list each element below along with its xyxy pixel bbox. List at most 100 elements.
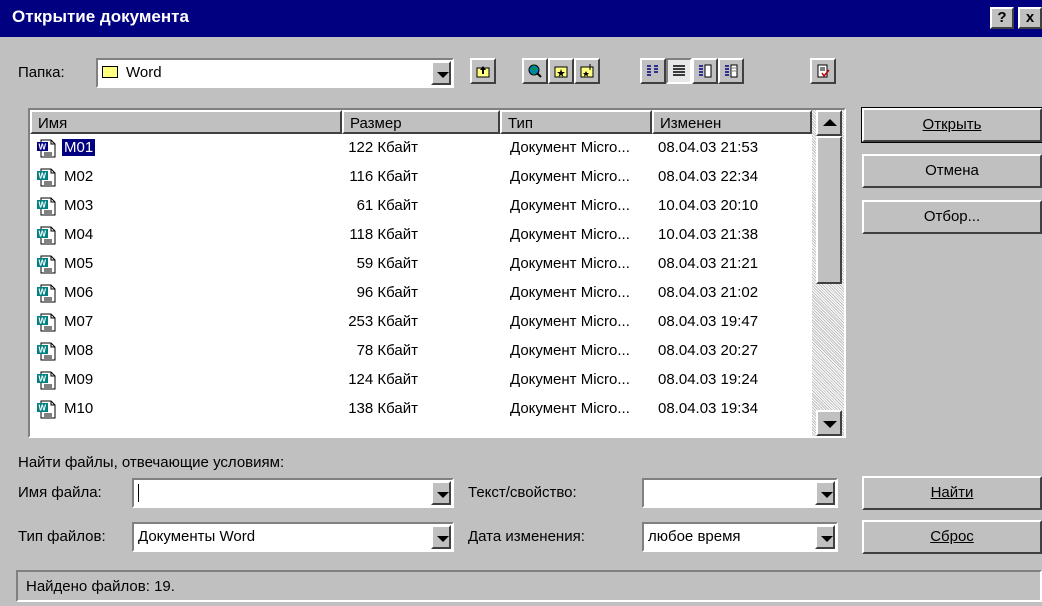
- word-document-icon: W: [37, 371, 56, 390]
- cancel-button[interactable]: Отмена: [862, 154, 1042, 188]
- help-button[interactable]: ?: [990, 7, 1014, 29]
- open-button[interactable]: Открыть: [861, 107, 1042, 143]
- table-row[interactable]: W M03 61 Кбайт Документ Micro... 10.04.03 20…: [30, 192, 812, 221]
- status-bar: Найдено файлов: 19.: [16, 570, 1042, 602]
- filetype-dropdown-button[interactable]: [431, 525, 451, 549]
- svg-text:W: W: [39, 375, 47, 384]
- look-in-favorites-button[interactable]: [548, 58, 574, 84]
- svg-text:W: W: [39, 230, 47, 239]
- file-name: M04: [64, 226, 94, 243]
- file-size: 138 Кбайт: [348, 400, 418, 417]
- file-modified: 08.04.03 22:34: [658, 168, 759, 185]
- filename-label: Имя файла:: [18, 484, 102, 501]
- file-name: M07: [64, 313, 94, 330]
- file-modified: 08.04.03 21:53: [658, 139, 759, 156]
- filename-dropdown-button[interactable]: [431, 481, 451, 505]
- scroll-up-button[interactable]: [816, 110, 842, 136]
- svg-text:W: W: [39, 404, 47, 413]
- filename-value: [138, 484, 139, 502]
- filetype-label: Тип файлов:: [18, 528, 106, 545]
- file-type: Документ Micro...: [510, 197, 630, 214]
- svg-text:W: W: [39, 346, 47, 355]
- file-name: M05: [64, 255, 94, 272]
- file-name: M06: [64, 284, 94, 301]
- file-type: Документ Micro...: [510, 255, 630, 272]
- table-row[interactable]: W M09 124 Кбайт Документ Micro... 08.04.03 1…: [30, 366, 812, 395]
- column-header-modified[interactable]: Изменен: [652, 110, 812, 134]
- scroll-thumb[interactable]: [816, 136, 842, 284]
- word-document-icon: W: [37, 284, 56, 303]
- folder-icon: [102, 66, 118, 78]
- modified-date-dropdown-button[interactable]: [815, 525, 835, 549]
- text-property-label: Текст/свойство:: [468, 484, 577, 501]
- svg-text:W: W: [39, 317, 47, 326]
- folder-label: Папка:: [18, 64, 65, 81]
- commands-settings-button[interactable]: [810, 58, 836, 84]
- word-document-icon: W: [37, 342, 56, 361]
- window-title: Открытие документа: [12, 7, 189, 26]
- up-one-level-icon: [476, 66, 490, 78]
- properties-view-button[interactable]: [692, 58, 718, 84]
- table-row[interactable]: W M08 78 Кбайт Документ Micro... 08.04.03 20…: [30, 337, 812, 366]
- table-row[interactable]: W M07 253 Кбайт Документ Micro... 08.04.03 1…: [30, 308, 812, 337]
- table-row[interactable]: W M06 96 Кбайт Документ Micro... 08.04.03 21…: [30, 279, 812, 308]
- up-one-level-button[interactable]: [470, 58, 496, 84]
- svg-text:W: W: [39, 172, 47, 181]
- table-row[interactable]: W M04 118 Кбайт Документ Micro... 10.04.03 2…: [30, 221, 812, 250]
- filename-input[interactable]: [132, 478, 454, 508]
- find-button[interactable]: Найти: [862, 476, 1042, 510]
- file-name: M08: [64, 342, 94, 359]
- word-document-icon: W: [37, 168, 56, 187]
- modified-date-select[interactable]: любое время: [642, 522, 838, 552]
- scroll-down-button[interactable]: [816, 410, 842, 436]
- file-name: M03: [64, 197, 94, 214]
- svg-text:W: W: [39, 259, 47, 268]
- preview-view-button[interactable]: [718, 58, 744, 84]
- file-size: 78 Кбайт: [356, 342, 418, 359]
- word-document-icon: W: [37, 313, 56, 332]
- table-row[interactable]: W M02 116 Кбайт Документ Micro... 08.04.03 2…: [30, 163, 812, 192]
- filetype-select[interactable]: Документы Word: [132, 522, 454, 552]
- file-type: Документ Micro...: [510, 284, 630, 301]
- list-view-icon: [647, 65, 658, 76]
- file-type: Документ Micro...: [510, 400, 630, 417]
- table-row[interactable]: W M10 138 Кбайт Документ Micro... 08.04.03 1…: [30, 395, 812, 424]
- close-button[interactable]: x: [1018, 7, 1042, 29]
- file-modified: 08.04.03 21:21: [658, 255, 759, 272]
- text-property-dropdown-button[interactable]: [815, 481, 835, 505]
- column-header-size[interactable]: Размер: [342, 110, 500, 134]
- folder-combo[interactable]: Word: [96, 58, 454, 88]
- file-modified: 10.04.03 20:10: [658, 197, 759, 214]
- file-size: 118 Кбайт: [349, 226, 418, 243]
- folder-dropdown-button[interactable]: [431, 61, 451, 85]
- folder-value: Word: [126, 64, 162, 81]
- file-modified: 08.04.03 19:34: [658, 400, 759, 417]
- add-to-favorites-button[interactable]: [574, 58, 600, 84]
- table-row[interactable]: W M05 59 Кбайт Документ Micro... 08.04.03 21…: [30, 250, 812, 279]
- file-type: Документ Micro...: [510, 371, 630, 388]
- file-name: M02: [64, 168, 94, 185]
- look-in-favorites-icon: [554, 66, 568, 78]
- file-modified: 08.04.03 21:02: [658, 284, 759, 301]
- commands-settings-icon: [817, 64, 830, 78]
- word-document-icon: W: [37, 139, 56, 158]
- column-header-type[interactable]: Тип: [500, 110, 652, 134]
- table-row[interactable]: W M01 122 Кбайт Документ Micro... 08.04.03 2…: [30, 134, 812, 163]
- file-size: 122 Кбайт: [348, 139, 418, 156]
- filter-button[interactable]: Отбор...: [862, 200, 1042, 234]
- details-view-icon: [673, 65, 685, 76]
- search-web-icon: [528, 64, 542, 78]
- title-bar[interactable]: Открытие документа ? x: [0, 0, 1042, 37]
- file-type: Документ Micro...: [510, 226, 630, 243]
- add-to-favorites-icon: [580, 64, 594, 78]
- vertical-scrollbar[interactable]: [812, 110, 844, 436]
- column-header-name[interactable]: Имя: [30, 110, 342, 134]
- text-property-input[interactable]: [642, 478, 838, 508]
- search-web-button[interactable]: [522, 58, 548, 84]
- list-view-button[interactable]: [640, 58, 666, 84]
- reset-button[interactable]: Сброс: [862, 520, 1042, 554]
- file-size: 116 Кбайт: [349, 168, 418, 185]
- preview-view-icon: [725, 64, 738, 78]
- details-view-button[interactable]: [666, 58, 692, 84]
- file-list[interactable]: Имя Размер Тип Изменен W M01 122 Кбайт Доку…: [28, 108, 846, 438]
